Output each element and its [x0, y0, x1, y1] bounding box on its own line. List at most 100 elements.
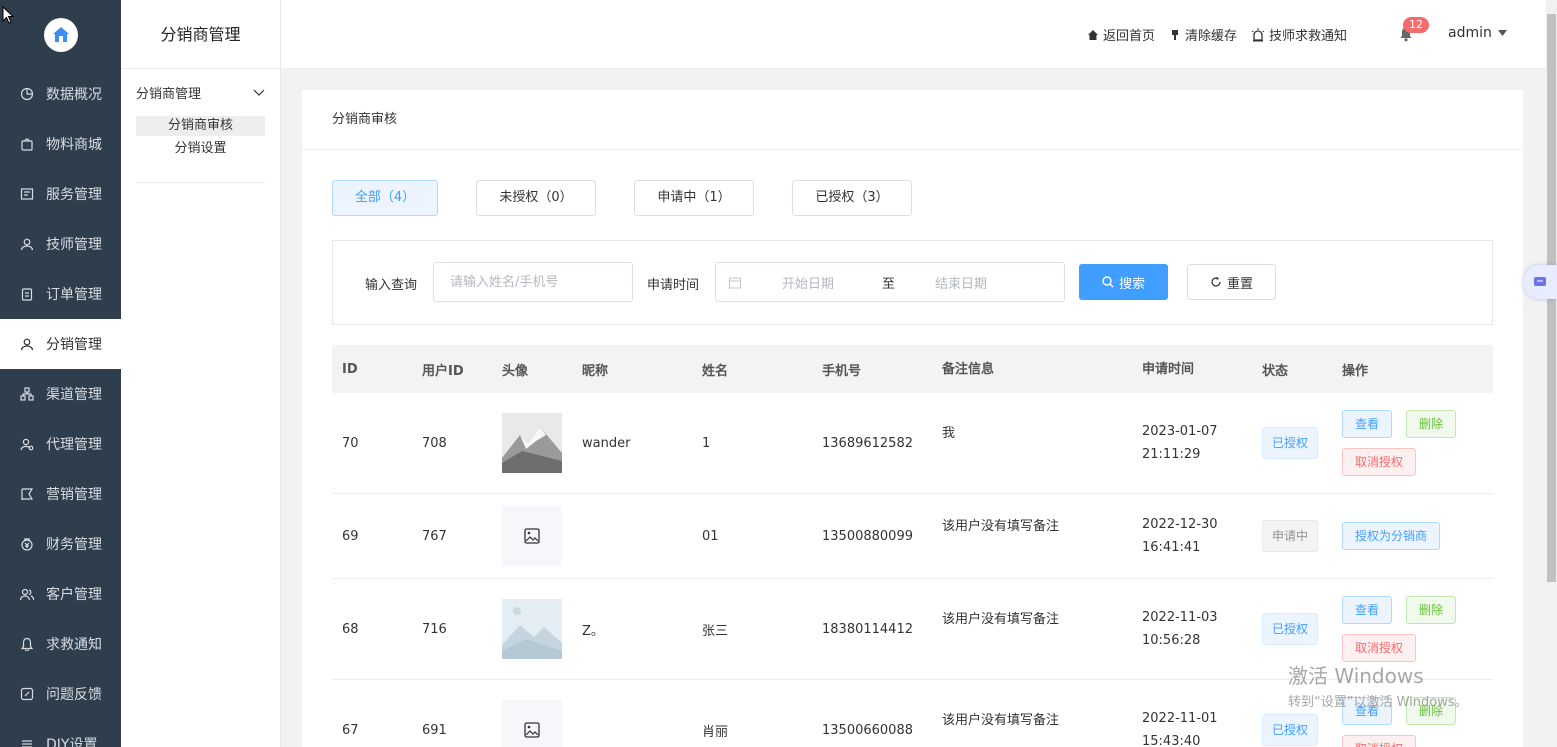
tab-applying[interactable]: 申请中（1） — [634, 180, 754, 216]
apply-clock: 10:56:28 — [1142, 633, 1201, 648]
sidebar-item-4[interactable]: 订单管理 — [0, 269, 121, 319]
view-button[interactable]: 查看 — [1342, 697, 1393, 725]
date-range-picker[interactable]: 开始日期 至 结束日期 — [715, 262, 1065, 302]
sidebar-item-8[interactable]: 营销管理 — [0, 469, 121, 519]
sidebar-item-11[interactable]: 求救通知 — [0, 619, 121, 669]
search-icon — [1102, 276, 1114, 288]
chat-icon — [1534, 277, 1546, 286]
mouse-cursor-icon — [2, 6, 14, 24]
status-badge: 已授权 — [1262, 613, 1319, 645]
user-icon — [20, 237, 34, 251]
search-button[interactable]: 搜索 — [1079, 264, 1168, 300]
cell-user-id: 767 — [422, 528, 447, 544]
edit-icon — [20, 687, 34, 701]
delete-button[interactable]: 删除 — [1406, 697, 1457, 725]
table-row: 67 691 肖丽 13500660088 该用户没有填写备注 2022-11-01 15:… — [332, 680, 1493, 747]
sos-notify-link[interactable]: 技师求救通知 — [1251, 25, 1347, 44]
col-apply-time: 申请时间 — [1142, 361, 1195, 377]
cancel-auth-button[interactable]: 取消授权 — [1342, 634, 1417, 662]
tab-unauthorized[interactable]: 未授权（0） — [476, 180, 596, 216]
status-badge: 申请中 — [1262, 520, 1319, 552]
cell-id: 68 — [342, 621, 359, 637]
view-button[interactable]: 查看 — [1342, 410, 1393, 438]
submenu-link-distributor-review[interactable]: 分销商审核 — [136, 116, 265, 136]
delete-button[interactable]: 删除 — [1406, 410, 1457, 438]
cell-apply-time: 2022-12-30 16:41:41 — [1132, 513, 1252, 559]
apply-date: 2023-01-07 — [1142, 424, 1218, 439]
sidebar-item-6[interactable]: 渠道管理 — [0, 369, 121, 419]
avatar — [502, 599, 562, 659]
search-input[interactable] — [433, 262, 633, 302]
cell-name: 1 — [702, 435, 711, 451]
cell-actions: 查看删除取消授权 — [1332, 596, 1493, 662]
cell-note: 该用户没有填写备注 — [942, 518, 1060, 534]
table-body: 70 708 wander 1 13689612582 我 2023-01-07 21:11:… — [332, 393, 1493, 747]
cancel-auth-button[interactable]: 取消授权 — [1342, 448, 1417, 476]
submenu-title: 分销商管理 — [121, 0, 280, 69]
reset-button[interactable]: 重置 — [1187, 264, 1276, 300]
status-tabs: 全部（4） 未授权（0） 申请中（1） 已授权（3） — [332, 180, 912, 216]
sidebar-item-9[interactable]: 财务管理 — [0, 519, 121, 569]
logo[interactable] — [0, 0, 121, 69]
floating-chat-button[interactable] — [1523, 265, 1557, 299]
page-scrollbar[interactable] — [1546, 0, 1557, 747]
submenu-link-distribution-settings[interactable]: 分销设置 — [136, 139, 265, 159]
clear-cache-link[interactable]: 清除缓存 — [1169, 25, 1237, 44]
cell-note: 该用户没有填写备注 — [942, 712, 1060, 728]
cell-user-id: 708 — [422, 435, 447, 451]
user-menu[interactable]: admin — [1448, 25, 1507, 41]
cell-phone: 13500880099 — [822, 528, 913, 544]
image-icon — [524, 528, 540, 544]
cell-name: 01 — [702, 528, 719, 544]
cell-phone: 13500660088 — [822, 722, 913, 738]
sidebar-item-5[interactable]: 分销管理 — [0, 319, 121, 369]
delete-button[interactable]: 删除 — [1406, 596, 1457, 624]
avatar-placeholder — [502, 506, 562, 566]
submenu-group-header[interactable]: 分销商管理 — [136, 83, 265, 102]
cell-nickname: Z。 — [582, 623, 604, 639]
sidebar-item-3[interactable]: 技师管理 — [0, 219, 121, 269]
date-separator: 至 — [882, 276, 896, 292]
sidebar-item-7[interactable]: 代理管理 — [0, 419, 121, 469]
clipboard-icon — [20, 287, 34, 301]
cell-actions: 查看删除取消授权 — [1332, 410, 1493, 476]
sidebar-item-13[interactable]: DIY设置 — [0, 719, 121, 747]
action-buttons: 查看删除取消授权 — [1342, 697, 1482, 747]
sidebar-item-2[interactable]: 服务管理 — [0, 169, 121, 219]
sidebar-item-label: 客户管理 — [46, 587, 102, 603]
col-note: 备注信息 — [942, 361, 995, 377]
date-start-input[interactable]: 开始日期 — [782, 273, 862, 292]
sidebar-item-12[interactable]: 问题反馈 — [0, 669, 121, 719]
caret-down-icon — [1497, 30, 1507, 36]
col-name: 姓名 — [702, 363, 729, 379]
reset-button-label: 重置 — [1226, 276, 1253, 292]
col-avatar: 头像 — [502, 363, 529, 379]
cell-id: 67 — [342, 722, 359, 738]
settings-icon — [20, 737, 34, 747]
calendar-icon — [729, 277, 741, 288]
tab-all[interactable]: 全部（4） — [332, 180, 438, 216]
date-end-input[interactable]: 结束日期 — [935, 273, 987, 292]
tab-authorized[interactable]: 已授权（3） — [792, 180, 912, 216]
status-badge: 已授权 — [1262, 714, 1319, 746]
authorize-button[interactable]: 授权为分销商 — [1342, 522, 1441, 550]
avatar — [502, 413, 562, 473]
cell-status: 已授权 — [1252, 714, 1332, 746]
sidebar-item-label: 分销管理 — [46, 337, 102, 353]
image-icon — [524, 722, 540, 738]
service-icon — [20, 187, 34, 201]
sidebar-item-0[interactable]: 数据概况 — [0, 69, 121, 119]
cell-avatar — [492, 506, 572, 566]
back-home-link[interactable]: 返回首页 — [1087, 25, 1155, 44]
avatar-placeholder — [502, 700, 562, 747]
sidebar-item-1[interactable]: 物料商城 — [0, 119, 121, 169]
view-button[interactable]: 查看 — [1342, 596, 1393, 624]
sidebar-item-10[interactable]: 客户管理 — [0, 569, 121, 619]
action-buttons: 查看删除取消授权 — [1342, 596, 1482, 662]
sidebar-item-label: 代理管理 — [46, 437, 102, 453]
col-user-id: 用户ID — [422, 363, 464, 379]
cell-id: 69 — [342, 528, 359, 544]
cancel-auth-button[interactable]: 取消授权 — [1342, 735, 1417, 747]
status-badge: 已授权 — [1262, 427, 1319, 459]
sos-notify-label: 技师求救通知 — [1268, 29, 1347, 44]
